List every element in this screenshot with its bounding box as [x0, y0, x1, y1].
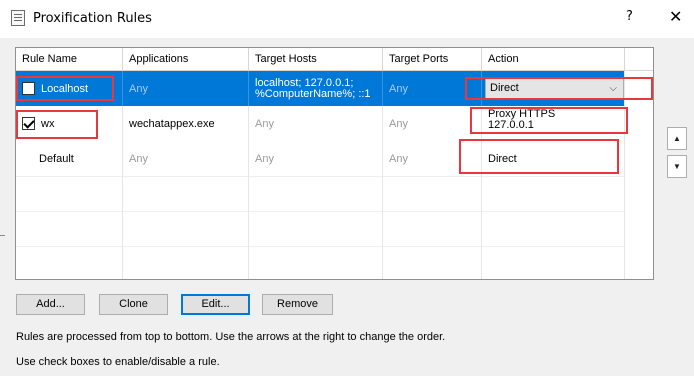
add-button[interactable]: Add... — [16, 294, 85, 315]
window-title: Proxification Rules — [33, 11, 152, 26]
order-help-text: Rules are processed from top to bottom. … — [16, 331, 446, 343]
column-header-applications[interactable]: Applications — [123, 48, 249, 71]
highlight-box-localhost-action — [465, 77, 653, 100]
highlight-box-wx-action — [470, 107, 628, 134]
applications-cell: Any — [123, 71, 249, 106]
target-hosts-cell: Any — [249, 141, 383, 176]
column-divider — [122, 176, 123, 279]
empty-row — [16, 211, 625, 246]
target-ports-cell: Any — [383, 106, 482, 141]
applications-value: wechatappex.exe — [129, 117, 215, 130]
help-button[interactable]: ? — [626, 9, 633, 24]
column-divider — [248, 176, 249, 279]
target-hosts-line2: %ComputerName%; ::1 — [255, 87, 371, 100]
applications-value: Any — [129, 152, 148, 165]
applications-cell: wechatappex.exe — [123, 106, 249, 141]
move-up-button[interactable]: ▲ — [667, 127, 687, 150]
window-edge-divider — [0, 235, 5, 236]
target-hosts-value: Any — [255, 117, 274, 130]
arrow-down-icon: ▼ — [673, 162, 681, 171]
target-hosts-line1: localhost; 127.0.0.1; — [255, 76, 354, 89]
rule-name: Default — [39, 152, 74, 165]
column-divider — [624, 71, 625, 279]
empty-row — [16, 246, 625, 279]
move-down-button[interactable]: ▼ — [667, 155, 687, 178]
column-divider — [382, 176, 383, 279]
target-hosts-value: Any — [255, 152, 274, 165]
edit-button[interactable]: Edit... — [181, 294, 250, 315]
target-ports-value: Any — [389, 152, 408, 165]
clone-button[interactable]: Clone — [99, 294, 168, 315]
highlight-box-default-action — [459, 139, 619, 174]
column-header-target-ports[interactable]: Target Ports — [383, 48, 482, 71]
empty-row — [16, 176, 625, 211]
column-divider — [481, 176, 482, 279]
rule-name-cell: Default — [16, 141, 123, 176]
rules-document-icon — [11, 10, 25, 26]
target-ports-value: Any — [389, 82, 408, 95]
applications-cell: Any — [123, 141, 249, 176]
column-header-action[interactable]: Action — [482, 48, 625, 71]
checkbox-help-text: Use check boxes to enable/disable a rule… — [16, 356, 220, 368]
title-bar: Proxification Rules ? ✕ — [0, 0, 694, 38]
table-header: Rule Name Applications Target Hosts Targ… — [16, 48, 653, 71]
remove-button[interactable]: Remove — [262, 294, 333, 315]
target-hosts-cell: Any — [249, 106, 383, 141]
applications-value: Any — [129, 82, 148, 95]
target-ports-value: Any — [389, 117, 408, 130]
column-header-rule-name[interactable]: Rule Name — [16, 48, 123, 71]
column-header-target-hosts[interactable]: Target Hosts — [249, 48, 383, 71]
arrow-up-icon: ▲ — [673, 134, 681, 143]
target-hosts-cell: localhost; 127.0.0.1; %ComputerName%; ::… — [249, 71, 383, 106]
highlight-box-wx — [16, 110, 98, 139]
close-button[interactable]: ✕ — [669, 7, 682, 26]
highlight-box-localhost — [16, 76, 114, 101]
